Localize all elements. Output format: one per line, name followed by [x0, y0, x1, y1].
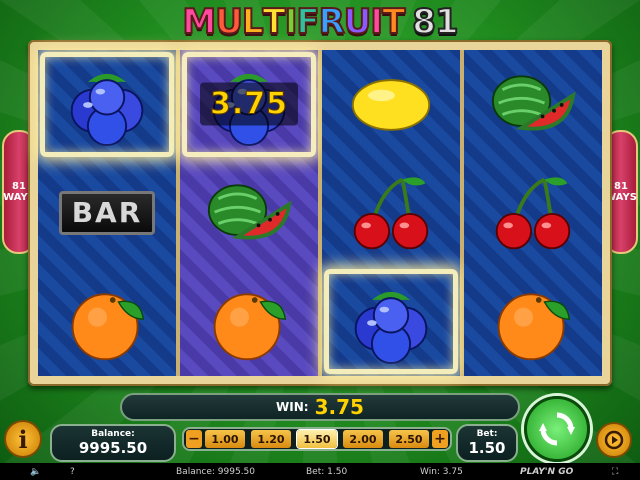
- reel-cell: [38, 50, 176, 159]
- bet-increase-button[interactable]: +: [432, 430, 448, 448]
- win-amount-overlay: 3.75: [199, 82, 299, 126]
- balance-value: 9995.50: [78, 439, 148, 457]
- win-label: WIN:: [276, 400, 309, 414]
- status-bet: Bet: 1.50: [306, 466, 348, 477]
- bet-value: 1.50: [468, 439, 506, 457]
- reel-cell: [322, 50, 460, 159]
- cherries-icon: [353, 177, 429, 250]
- reel-cell: [464, 267, 602, 376]
- info-button[interactable]: i: [4, 420, 42, 458]
- reel-cell: BAR: [38, 159, 176, 268]
- bet-option-button[interactable]: 1.50: [297, 430, 337, 448]
- reel-cell: 3.75: [180, 50, 318, 159]
- balance-label: Balance:: [91, 429, 135, 439]
- watermelon-icon: [491, 75, 576, 131]
- reel-cell: [180, 159, 318, 268]
- autoplay-icon: [604, 430, 624, 450]
- bet-option-button[interactable]: 1.20: [251, 430, 291, 448]
- cherries-icon: [495, 177, 571, 250]
- reel-cell: [322, 159, 460, 268]
- bar-symbol: BAR: [59, 190, 155, 235]
- reel-column: BAR: [38, 50, 176, 376]
- status-bar: 🔈 ? Balance: 9995.50 Bet: 1.50 Win: 3.75…: [0, 463, 640, 480]
- reel-column: [322, 50, 460, 376]
- orange-icon: [213, 292, 287, 360]
- balance-panel: Balance: 9995.50: [50, 424, 176, 462]
- reel-cell: [322, 267, 460, 376]
- ways-count: 81: [614, 181, 628, 192]
- lemon-icon: [351, 79, 431, 132]
- blueberry-icon: [354, 291, 428, 364]
- bet-decrease-button[interactable]: −: [186, 430, 202, 448]
- spin-button[interactable]: [524, 396, 590, 462]
- info-icon: i: [18, 424, 28, 454]
- reel-frame: BAR 3.75: [28, 40, 612, 386]
- bet-option-button[interactable]: 1.00: [205, 430, 245, 448]
- bet-options: 1.00 1.20 1.50 2.00 2.50: [205, 430, 429, 448]
- bet-option-button[interactable]: 2.00: [343, 430, 383, 448]
- status-balance: Balance: 9995.50: [176, 466, 256, 477]
- reel-grid: BAR 3.75: [38, 50, 602, 376]
- win-display: WIN: 3.75: [120, 393, 520, 421]
- reel-cell: [38, 267, 176, 376]
- ways-count: 81: [12, 181, 26, 192]
- title-word: MULTIFRUIT: [181, 2, 406, 42]
- reel-cell: [464, 50, 602, 159]
- win-value: 3.75: [314, 395, 364, 419]
- fullscreen-icon[interactable]: ⛶: [612, 467, 618, 477]
- reel-column: [464, 50, 602, 376]
- game-title: MULTIFRUIT 81: [0, 2, 640, 42]
- blueberry-icon: [70, 74, 144, 147]
- watermelon-icon: [207, 184, 292, 240]
- status-win: Win: 3.75: [420, 466, 463, 477]
- orange-icon: [71, 292, 145, 360]
- reel-column: 3.75: [180, 50, 318, 376]
- bet-option-button[interactable]: 2.50: [389, 430, 429, 448]
- brand-logo: PLAY'N GO: [520, 466, 574, 477]
- title-number: 81: [411, 2, 459, 42]
- autoplay-button[interactable]: [596, 422, 632, 458]
- reel-cell: [464, 159, 602, 268]
- help-link[interactable]: ?: [70, 467, 75, 477]
- reel-cell: [180, 267, 318, 376]
- sound-icon[interactable]: 🔈: [30, 467, 41, 477]
- spin-arrows-icon: [539, 412, 575, 446]
- bet-selector: − 1.00 1.20 1.50 2.00 2.50 +: [182, 427, 452, 451]
- bet-label: Bet:: [476, 429, 498, 439]
- orange-icon: [497, 292, 571, 360]
- bet-panel: Bet: 1.50: [456, 424, 518, 462]
